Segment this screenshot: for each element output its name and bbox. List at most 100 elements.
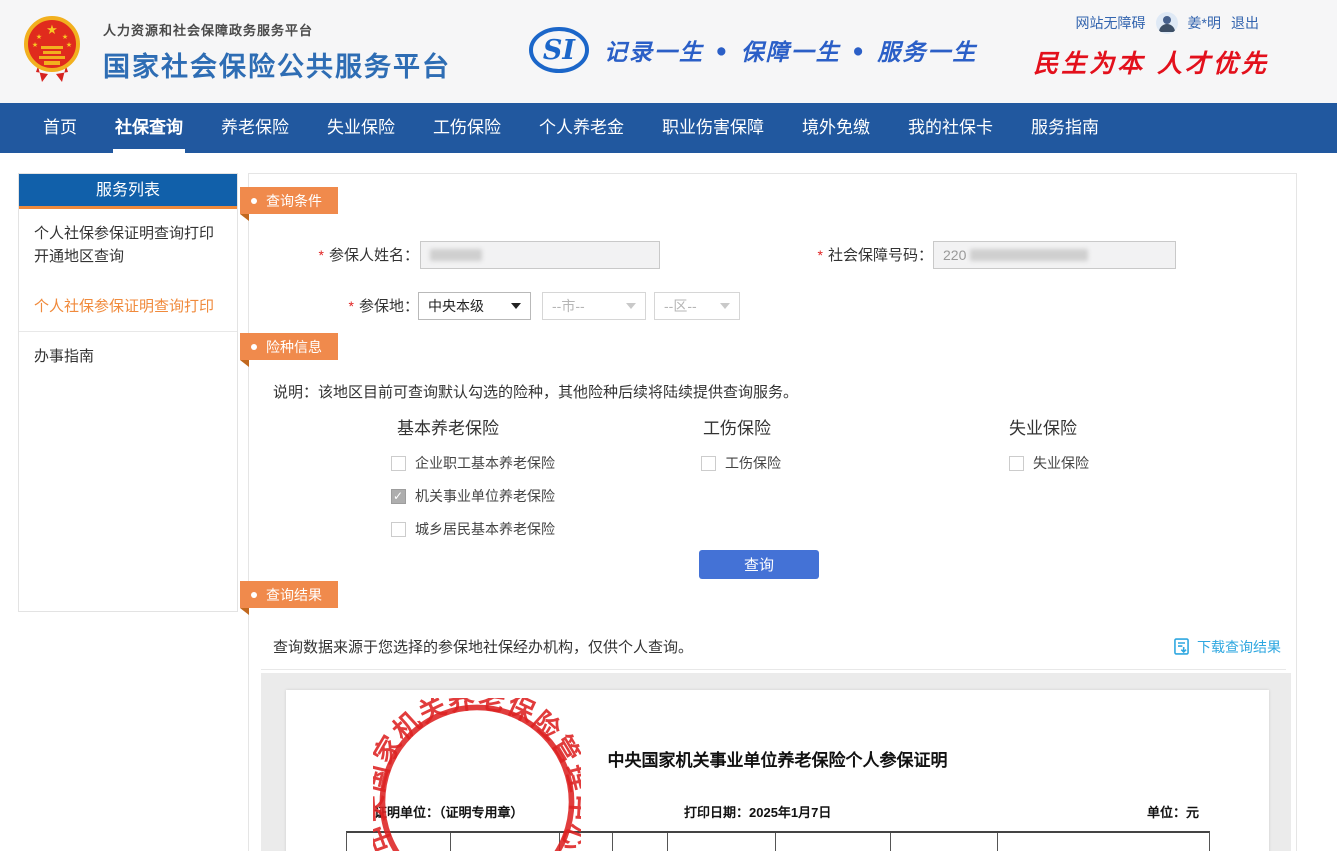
service-slogan: 记录一生 • 保障一生 • 服务一生 — [604, 33, 977, 67]
table-cell — [347, 833, 451, 851]
platform-small-title: 人力资源和社会保障政务服务平台 — [103, 20, 451, 39]
official-stamp: 中央国家机关养老保险管理中心 — [373, 698, 581, 851]
svg-text:中央国家机关养老保险管理中心: 中央国家机关养老保险管理中心 — [373, 698, 581, 851]
svg-text:★: ★ — [36, 33, 42, 41]
nav-item-occupational-injury[interactable]: 职业伤害保障 — [643, 103, 783, 153]
insurance-group-pension: 基本养老保险 企业职工基本养老保险 机关事业单位养老保险 城乡居民基本养老保险 — [391, 414, 555, 552]
nav-item-home[interactable]: 首页 — [24, 103, 96, 153]
svg-text:★: ★ — [46, 22, 58, 37]
redacted-name-value — [430, 249, 482, 261]
certificate-print-date: 打印日期：2025年1月7日 — [684, 802, 831, 821]
accessibility-link[interactable]: 网站无障碍 — [1076, 13, 1146, 33]
sidebar-item-guide[interactable]: 办事指南 — [19, 331, 237, 381]
section-tab-query-conditions: 查询条件 — [240, 187, 338, 214]
group-title: 失业保险 — [1009, 414, 1089, 439]
insurance-note: 说明：该地区目前可查询默认勾选的险种，其他险种后续将陆续提供查询服务。 — [273, 381, 798, 402]
svg-text:★: ★ — [66, 41, 72, 49]
sidebar: 服务列表 个人社保参保证明查询打印开通地区查询 个人社保参保证明查询打印 办事指… — [18, 173, 238, 612]
name-input[interactable] — [420, 241, 660, 269]
main-nav: 首页 社保查询 养老保险 失业保险 工伤保险 个人养老金 职业伤害保障 境外免缴… — [0, 103, 1337, 153]
checkbox-icon[interactable] — [701, 456, 716, 471]
checkbox-row-resident-pension[interactable]: 城乡居民基本养老保险 — [391, 519, 555, 539]
certificate-table — [346, 831, 1210, 851]
certificate-unit: 单位：元 — [1147, 802, 1199, 821]
nav-item-pension[interactable]: 养老保险 — [202, 103, 308, 153]
query-button[interactable]: 查询 — [699, 550, 819, 579]
chevron-down-icon — [626, 303, 636, 309]
area-label: *参保地： — [249, 292, 419, 321]
checkbox-row-injury[interactable]: 工伤保险 — [701, 453, 781, 473]
divider — [261, 669, 1286, 670]
nav-item-unemployment[interactable]: 失业保险 — [308, 103, 414, 153]
logout-link[interactable]: 退出 — [1231, 13, 1259, 33]
section-tab-query-results: 查询结果 — [240, 581, 338, 608]
download-results-link[interactable]: 下载查询结果 — [1171, 636, 1281, 657]
group-title: 工伤保险 — [703, 414, 781, 439]
user-links: 网站无障碍 姜*明 退出 — [1076, 12, 1259, 34]
table-cell — [613, 833, 668, 851]
checkbox-icon[interactable] — [391, 456, 406, 471]
bullet-icon — [251, 344, 257, 350]
city-select[interactable]: --市-- — [542, 292, 646, 320]
section-tab-insurance-info: 险种信息 — [240, 333, 338, 360]
si-logo-icon: SI — [528, 26, 590, 74]
redacted-ssn-value — [970, 249, 1088, 261]
table-cell — [668, 833, 776, 851]
group-title: 基本养老保险 — [397, 414, 555, 439]
sidebar-item-open-area-query[interactable]: 个人社保参保证明查询打印开通地区查询 — [19, 209, 237, 282]
nav-item-injury[interactable]: 工伤保险 — [414, 103, 520, 153]
certificate-paper: 中央国家机关事业单位养老保险个人参保证明 证明单位：（证明专用章） 打印日期：2… — [286, 690, 1269, 851]
nav-item-personal-pension[interactable]: 个人养老金 — [520, 103, 643, 153]
name-label: *参保人姓名： — [249, 241, 419, 270]
result-source-row: 查询数据来源于您选择的参保地社保经办机构，仅供个人查询。 下载查询结果 — [273, 636, 1281, 657]
province-select[interactable]: 中央本级 — [418, 292, 531, 320]
sidebar-item-certificate-print[interactable]: 个人社保参保证明查询打印 — [19, 282, 237, 331]
section-title: 查询结果 — [266, 585, 322, 605]
svg-text:★: ★ — [32, 41, 38, 49]
ssn-input[interactable]: 220 — [933, 241, 1176, 269]
main-content: 查询条件 *参保人姓名： *社会保障号码： 220 *参保地： 中央本级 --市… — [248, 173, 1297, 851]
source-note: 查询数据来源于您选择的参保地社保经办机构，仅供个人查询。 — [273, 636, 693, 657]
checkbox-row-government-pension[interactable]: 机关事业单位养老保险 — [391, 486, 555, 506]
checkbox-icon[interactable] — [391, 489, 406, 504]
checkbox-row-unemployment[interactable]: 失业保险 — [1009, 453, 1089, 473]
header-center: SI 记录一生 • 保障一生 • 服务一生 — [528, 26, 977, 74]
nav-item-shebao-query[interactable]: 社保查询 — [96, 103, 202, 153]
nav-item-service-guide[interactable]: 服务指南 — [1012, 103, 1118, 153]
table-cell — [776, 833, 891, 851]
ssn-label: *社会保障号码： — [756, 241, 933, 270]
table-cell — [998, 833, 1209, 851]
ssn-prefix: 220 — [943, 247, 966, 263]
checkbox-icon[interactable] — [1009, 456, 1024, 471]
certificate-preview-panel: 中央国家机关事业单位养老保险个人参保证明 证明单位：（证明专用章） 打印日期：2… — [261, 673, 1291, 851]
red-slogan: 民生为本 人才优先 — [1033, 44, 1269, 80]
district-select[interactable]: --区-- — [654, 292, 740, 320]
svg-text:SI: SI — [543, 35, 576, 66]
section-title: 查询条件 — [266, 191, 322, 211]
table-cell — [891, 833, 998, 851]
nav-item-my-card[interactable]: 我的社保卡 — [889, 103, 1012, 153]
table-cell — [560, 833, 613, 851]
chevron-down-icon — [511, 303, 521, 309]
username-link[interactable]: 姜*明 — [1188, 13, 1221, 33]
checkbox-icon[interactable] — [391, 522, 406, 537]
insurance-group-injury: 工伤保险 工伤保险 — [701, 414, 781, 486]
bullet-icon — [251, 198, 257, 204]
national-emblem-logo: ★ ★ ★ ★ ★ — [20, 14, 84, 89]
section-title: 险种信息 — [266, 337, 322, 357]
page: ★ ★ ★ ★ ★ 人力资源和社会保障政务服务平台 国家社会保险公共服务平台 S… — [0, 0, 1337, 851]
user-avatar[interactable] — [1156, 12, 1178, 34]
nav-item-overseas-exemption[interactable]: 境外免缴 — [783, 103, 889, 153]
certificate-title: 中央国家机关事业单位养老保险个人参保证明 — [286, 746, 1269, 771]
sidebar-title: 服务列表 — [19, 174, 237, 209]
download-file-icon — [1171, 636, 1192, 657]
certificate-issuer: 证明单位：（证明专用章） — [374, 802, 524, 821]
bullet-icon — [251, 592, 257, 598]
checkbox-row-enterprise-pension[interactable]: 企业职工基本养老保险 — [391, 453, 555, 473]
brand-titles: 人力资源和社会保障政务服务平台 国家社会保险公共服务平台 — [103, 20, 451, 84]
svg-text:★: ★ — [62, 33, 68, 41]
table-cell — [451, 833, 560, 851]
header: ★ ★ ★ ★ ★ 人力资源和社会保障政务服务平台 国家社会保险公共服务平台 S… — [0, 0, 1337, 103]
platform-title: 国家社会保险公共服务平台 — [103, 45, 451, 84]
insurance-group-unemployment: 失业保险 失业保险 — [1009, 414, 1089, 486]
